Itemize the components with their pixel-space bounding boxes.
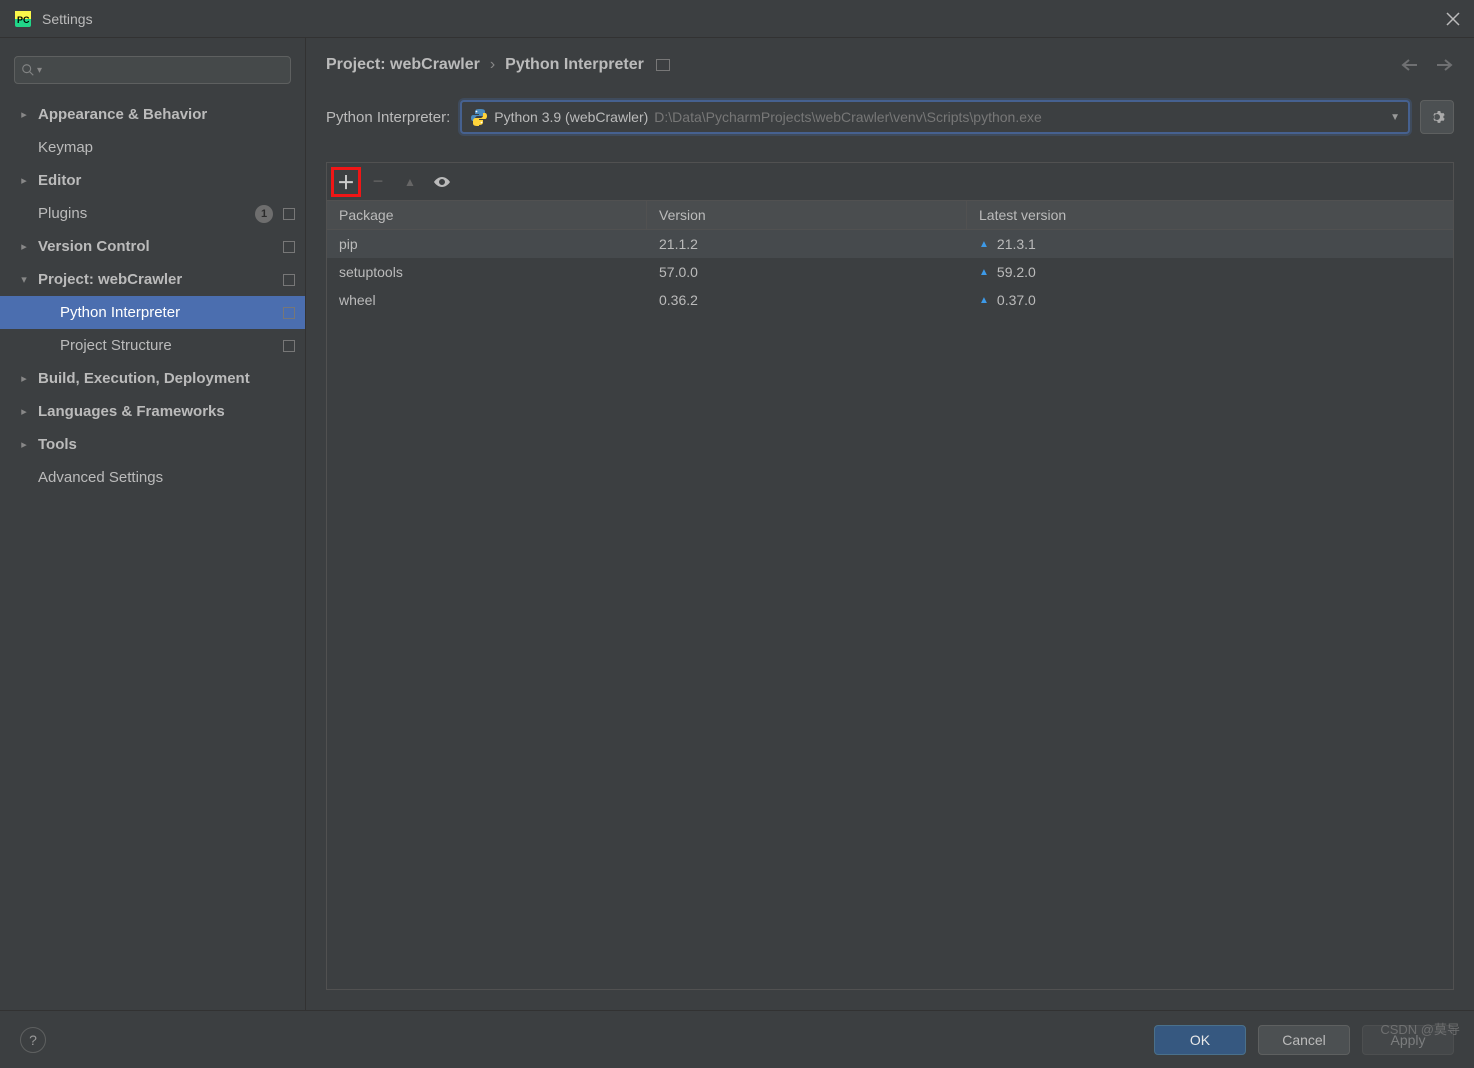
- badge: 1: [255, 205, 273, 223]
- package-version: 57.0.0: [647, 264, 967, 280]
- interpreter-name: Python 3.9 (webCrawler): [494, 109, 648, 125]
- search-icon: [21, 63, 35, 77]
- interpreter-settings-button[interactable]: [1420, 100, 1454, 134]
- column-package[interactable]: Package: [327, 201, 647, 229]
- python-icon: [470, 108, 488, 126]
- sidebar-item-project-webcrawler[interactable]: ▾ Project: webCrawler: [0, 263, 305, 296]
- upgrade-available-icon: ▲: [979, 239, 989, 250]
- package-name: wheel: [327, 292, 647, 308]
- package-latest: ▲0.37.0: [967, 292, 1453, 308]
- chevron-right-icon: ›: [490, 56, 495, 74]
- dialog-footer: ? OK Cancel Apply: [0, 1010, 1474, 1068]
- package-version: 21.1.2: [647, 236, 967, 252]
- column-version[interactable]: Version: [647, 201, 967, 229]
- svg-text:PC: PC: [17, 15, 30, 25]
- sidebar-item-label: Editor: [38, 172, 295, 189]
- breadcrumb-project[interactable]: Project: webCrawler: [326, 56, 480, 74]
- settings-sidebar: ▾ ▸ Appearance & Behavior Keymap ▸ Editor Plu…: [0, 38, 306, 1010]
- package-latest: ▲21.3.1: [967, 236, 1453, 252]
- interpreter-label: Python Interpreter:: [326, 109, 450, 126]
- sidebar-item-keymap[interactable]: Keymap: [0, 131, 305, 164]
- remove-package-button[interactable]: −: [363, 167, 393, 197]
- nav-back-icon[interactable]: [1400, 58, 1418, 72]
- sidebar-item-label: Project Structure: [60, 337, 279, 354]
- sidebar-item-plugins[interactable]: Plugins1: [0, 197, 305, 230]
- sidebar-item-label: Python Interpreter: [60, 304, 279, 321]
- question-icon: ?: [29, 1032, 37, 1048]
- table-row[interactable]: wheel0.36.2▲0.37.0: [327, 286, 1453, 314]
- scope-icon: [283, 274, 295, 286]
- help-button[interactable]: ?: [20, 1027, 46, 1053]
- breadcrumb-page: Python Interpreter: [505, 56, 644, 74]
- sidebar-item-python-interpreter[interactable]: Python Interpreter: [0, 296, 305, 329]
- scope-icon: [283, 241, 295, 253]
- upgrade-available-icon: ▲: [979, 295, 989, 306]
- gear-icon: [1429, 109, 1445, 125]
- sidebar-item-build-execution-deployment[interactable]: ▸ Build, Execution, Deployment: [0, 362, 305, 395]
- package-latest: ▲59.2.0: [967, 264, 1453, 280]
- packages-table-header: Package Version Latest version: [327, 200, 1453, 230]
- chevron-icon: ▸: [18, 174, 30, 187]
- sidebar-item-label: Build, Execution, Deployment: [38, 370, 295, 387]
- upgrade-available-icon: ▲: [979, 267, 989, 278]
- sidebar-item-appearance-behavior[interactable]: ▸ Appearance & Behavior: [0, 98, 305, 131]
- sidebar-item-label: Project: webCrawler: [38, 271, 279, 288]
- interpreter-path: D:\Data\PycharmProjects\webCrawler\venv\…: [654, 109, 1390, 125]
- sidebar-item-label: Plugins: [38, 205, 255, 222]
- sidebar-item-project-structure[interactable]: Project Structure: [0, 329, 305, 362]
- sidebar-item-label: Appearance & Behavior: [38, 106, 295, 123]
- search-input[interactable]: ▾: [14, 56, 291, 84]
- close-button[interactable]: [1446, 12, 1460, 26]
- apply-button[interactable]: Apply: [1362, 1025, 1454, 1055]
- interpreter-dropdown[interactable]: Python 3.9 (webCrawler) D:\Data\PycharmP…: [460, 100, 1410, 134]
- chevron-icon: ▾: [18, 273, 30, 286]
- show-early-releases-button[interactable]: [427, 167, 457, 197]
- triangle-up-icon: ▲: [404, 175, 416, 189]
- package-name: setuptools: [327, 264, 647, 280]
- sidebar-item-label: Tools: [38, 436, 295, 453]
- chevron-icon: ▸: [18, 372, 30, 385]
- scope-icon: [283, 340, 295, 352]
- table-row[interactable]: setuptools57.0.0▲59.2.0: [327, 258, 1453, 286]
- chevron-icon: ▸: [18, 240, 30, 253]
- table-row[interactable]: pip21.1.2▲21.3.1: [327, 230, 1453, 258]
- sidebar-item-advanced-settings[interactable]: Advanced Settings: [0, 461, 305, 494]
- minus-icon: −: [373, 171, 384, 192]
- chevron-icon: ▸: [18, 438, 30, 451]
- upgrade-package-button[interactable]: ▲: [395, 167, 425, 197]
- ok-button[interactable]: OK: [1154, 1025, 1246, 1055]
- sidebar-item-label: Version Control: [38, 238, 279, 255]
- sidebar-item-label: Languages & Frameworks: [38, 403, 295, 420]
- sidebar-item-version-control[interactable]: ▸ Version Control: [0, 230, 305, 263]
- sidebar-item-tools[interactable]: ▸ Tools: [0, 428, 305, 461]
- column-latest[interactable]: Latest version: [967, 201, 1453, 229]
- eye-icon: [433, 176, 451, 188]
- sidebar-item-label: Keymap: [38, 139, 295, 156]
- sidebar-item-label: Advanced Settings: [38, 469, 295, 486]
- chevron-icon: ▸: [18, 108, 30, 121]
- scope-icon: [283, 208, 295, 220]
- chevron-icon: ▸: [18, 405, 30, 418]
- package-version: 0.36.2: [647, 292, 967, 308]
- package-name: pip: [327, 236, 647, 252]
- sidebar-item-languages-frameworks[interactable]: ▸ Languages & Frameworks: [0, 395, 305, 428]
- packages-panel: ＋ − ▲ Package Version Latest version pip…: [326, 162, 1454, 990]
- add-package-button[interactable]: ＋: [331, 167, 361, 197]
- title-bar: PC Settings: [0, 0, 1474, 38]
- scope-icon: [283, 307, 295, 319]
- window-title: Settings: [42, 11, 1446, 27]
- nav-forward-icon[interactable]: [1436, 58, 1454, 72]
- pycharm-icon: PC: [14, 10, 32, 28]
- cancel-button[interactable]: Cancel: [1258, 1025, 1350, 1055]
- plus-icon: ＋: [337, 169, 355, 195]
- scope-icon: [656, 59, 670, 71]
- sidebar-item-editor[interactable]: ▸ Editor: [0, 164, 305, 197]
- breadcrumb: Project: webCrawler › Python Interpreter: [326, 56, 1454, 74]
- chevron-down-icon: ▼: [1390, 112, 1400, 123]
